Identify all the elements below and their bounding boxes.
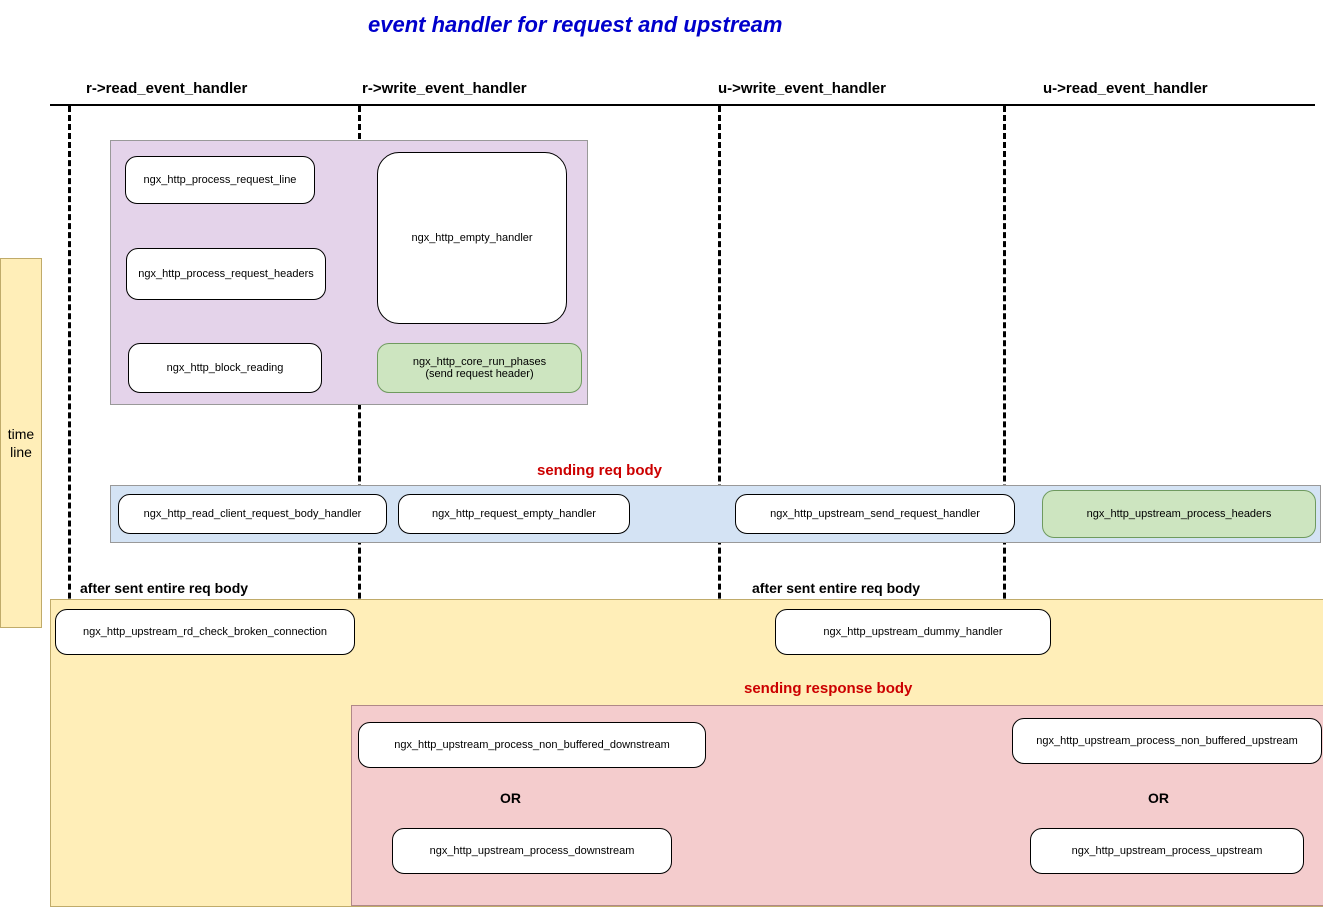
box-process-upstream: ngx_http_upstream_process_upstream xyxy=(1030,828,1304,874)
box-block-reading: ngx_http_block_reading xyxy=(128,343,322,393)
box-rd-check-broken: ngx_http_upstream_rd_check_broken_connec… xyxy=(55,609,355,655)
label-sending-resp-body: sending response body xyxy=(744,680,912,697)
box-upstream-send-request: ngx_http_upstream_send_request_handler xyxy=(735,494,1015,534)
col-header-2: r->write_event_handler xyxy=(362,80,527,97)
box-empty-handler: ngx_http_empty_handler xyxy=(377,152,567,324)
label-after-sent-2: after sent entire req body xyxy=(752,580,920,596)
col-header-1: r->read_event_handler xyxy=(86,80,247,97)
timeline-label: time line xyxy=(0,258,42,628)
box-core-run-phases: ngx_http_core_run_phases (send request h… xyxy=(377,343,582,393)
or-label-2: OR xyxy=(1148,790,1169,806)
or-label-1: OR xyxy=(500,790,521,806)
label-sending-req-body: sending req body xyxy=(537,462,662,479)
box-process-request-headers: ngx_http_process_request_headers xyxy=(126,248,326,300)
box-request-empty-handler: ngx_http_request_empty_handler xyxy=(398,494,630,534)
box-core-run-phases-line2: (send request header) xyxy=(425,368,533,380)
box-core-run-phases-line1: ngx_http_core_run_phases xyxy=(413,356,546,368)
box-process-request-line: ngx_http_process_request_line xyxy=(125,156,315,204)
col-header-3: u->write_event_handler xyxy=(718,80,886,97)
box-process-downstream: ngx_http_upstream_process_downstream xyxy=(392,828,672,874)
col-header-4: u->read_event_handler xyxy=(1043,80,1208,97)
label-after-sent-1: after sent entire req body xyxy=(80,580,248,596)
timeline-text: time line xyxy=(8,425,34,461)
box-upstream-process-headers: ngx_http_upstream_process_headers xyxy=(1042,490,1316,538)
box-upstream-dummy: ngx_http_upstream_dummy_handler xyxy=(775,609,1051,655)
box-non-buffered-downstream: ngx_http_upstream_process_non_buffered_d… xyxy=(358,722,706,768)
box-read-client-request-body: ngx_http_read_client_request_body_handle… xyxy=(118,494,387,534)
header-divider xyxy=(50,104,1315,106)
diagram-title: event handler for request and upstream xyxy=(368,12,782,38)
box-non-buffered-upstream: ngx_http_upstream_process_non_buffered_u… xyxy=(1012,718,1322,764)
